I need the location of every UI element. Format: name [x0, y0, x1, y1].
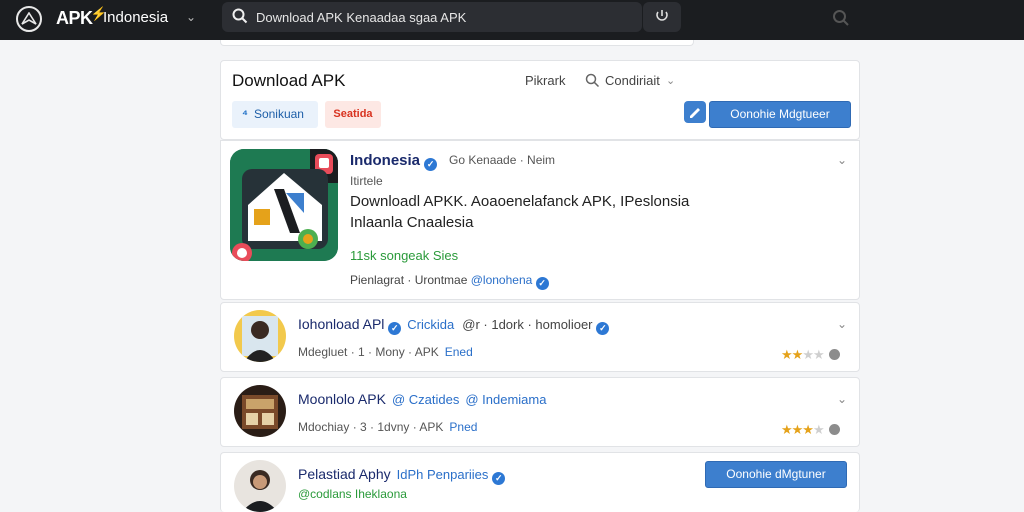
chevron-down-icon[interactable]: ⌄: [837, 153, 847, 167]
sort-dropdown[interactable]: Condiriait: [605, 73, 660, 88]
list-item-name[interactable]: Pelastiad Aphy IdPh Penpariies ✓: [298, 466, 506, 485]
search-input[interactable]: [256, 7, 626, 27]
filter-label[interactable]: Pikrark: [525, 73, 565, 88]
publisher-handle[interactable]: @codlans Iheklaona: [298, 487, 407, 501]
app-footer: Pienlagrat · Urontmae @lonohena ✓: [350, 273, 549, 290]
region-label[interactable]: Indonesia: [103, 9, 168, 26]
list-item-name-text: Moonlolo APK: [298, 391, 386, 407]
chevron-down-icon[interactable]: ⌄: [837, 317, 847, 331]
list-item-meta-text: Mdegluet · 1 · Mony · APK: [298, 345, 439, 359]
list-item-name[interactable]: Iohonload APl ✓ Crickida @r · 1dork · homo…: [298, 316, 610, 335]
page-title: Download APK: [232, 71, 346, 90]
list-item[interactable]: Moonlolo APK @ Czatides @ Indemiama Mdochi…: [220, 377, 860, 447]
search-icon[interactable]: [832, 9, 850, 27]
brand-text: APK: [56, 8, 93, 28]
avatar: [234, 310, 286, 362]
category-chip-label: Sonikuan: [253, 107, 304, 121]
search-bar: [222, 2, 642, 32]
download-button[interactable]: Oonohie dMgtuner: [705, 461, 847, 488]
list-item-tag[interactable]: Crickida: [407, 317, 454, 332]
top-bar: APK⚡ Indonesia ⌄: [0, 0, 1024, 40]
list-item-tag2: @r · 1dork · homolioer: [462, 317, 593, 332]
app-subtitle: Itirtele: [350, 174, 383, 188]
edit-button[interactable]: [684, 101, 706, 123]
chevron-down-icon[interactable]: ⌄: [186, 10, 196, 24]
list-item-tag2[interactable]: @ Indemiama: [465, 392, 546, 407]
list-item-tag[interactable]: IdPh Penpariies: [397, 467, 489, 482]
mic-icon: [656, 10, 668, 21]
app-tag[interactable]: 11sk songeak Sies: [350, 248, 458, 263]
list-item-pill[interactable]: Pned: [449, 420, 477, 434]
verified-icon: ✓: [424, 158, 438, 171]
avatar: [234, 385, 286, 437]
verified-icon: ✓: [596, 322, 610, 335]
pin-icon: ⁴: [242, 107, 248, 121]
verified-icon: ✓: [535, 277, 549, 290]
header-panel: Download APK Pikrark Condiriait ⌄ ⁴ Sonik…: [220, 60, 860, 140]
download-button[interactable]: Oonohie Mdgtueer: [709, 101, 851, 128]
chevron-down-icon[interactable]: ⌄: [837, 392, 847, 406]
search-icon: [232, 8, 248, 24]
dropdown-strip: [220, 40, 694, 46]
avatar: [234, 460, 286, 512]
list-item-meta-text: Mdochiay · 3 · 1dvny · APK: [298, 420, 444, 434]
verified-icon: ✓: [492, 472, 506, 485]
app-name[interactable]: Indonesia ✓: [350, 152, 438, 171]
app-icon[interactable]: [230, 149, 338, 261]
list-item-pill[interactable]: Ened: [445, 345, 473, 359]
edit-icon: [690, 108, 700, 118]
rating-stars: ★★★★: [781, 347, 840, 363]
app-description: Downloadl APKK. Aoaoenelafanck APK, IPes…: [350, 193, 690, 231]
list-item-meta: Mdegluet · 1 · Mony · APK Ened: [298, 345, 473, 359]
list-item-tag[interactable]: @ Czatides: [392, 392, 459, 407]
category-chip[interactable]: ⁴ Sonikuan: [232, 101, 318, 128]
list-item-name-text: Iohonload APl: [298, 316, 385, 332]
brand-logo[interactable]: APK⚡: [56, 6, 108, 29]
publisher-handle[interactable]: @lonohena: [471, 273, 533, 287]
app-name-text: Indonesia: [350, 152, 421, 169]
featured-app-card[interactable]: Indonesia ✓ Go Kenaade · Neim Itirtele D…: [220, 140, 860, 300]
app-meta: Go Kenaade · Neim: [449, 153, 556, 167]
chevron-down-icon[interactable]: ⌄: [666, 74, 675, 87]
tag-chip[interactable]: Seatida: [325, 101, 381, 128]
list-item[interactable]: Pelastiad Aphy IdPh Penpariies ✓ @codlans…: [220, 452, 860, 512]
logo-icon[interactable]: [16, 6, 42, 32]
footer-text: Pienlagrat · Urontmae: [350, 273, 468, 287]
rating-stars: ★★★★: [781, 422, 840, 438]
search-icon: [585, 73, 600, 88]
verified-icon: ✓: [388, 322, 402, 335]
list-item[interactable]: Iohonload APl ✓ Crickida @r · 1dork · homo…: [220, 302, 860, 372]
list-item-name[interactable]: Moonlolo APK @ Czatides @ Indemiama: [298, 391, 546, 407]
list-item-meta: Mdochiay · 3 · 1dvny · APK Pned: [298, 420, 477, 434]
info-icon: [828, 424, 840, 435]
list-item-name-text: Pelastiad Aphy: [298, 466, 391, 482]
info-icon: [828, 349, 840, 360]
voice-search-button[interactable]: [643, 2, 681, 32]
